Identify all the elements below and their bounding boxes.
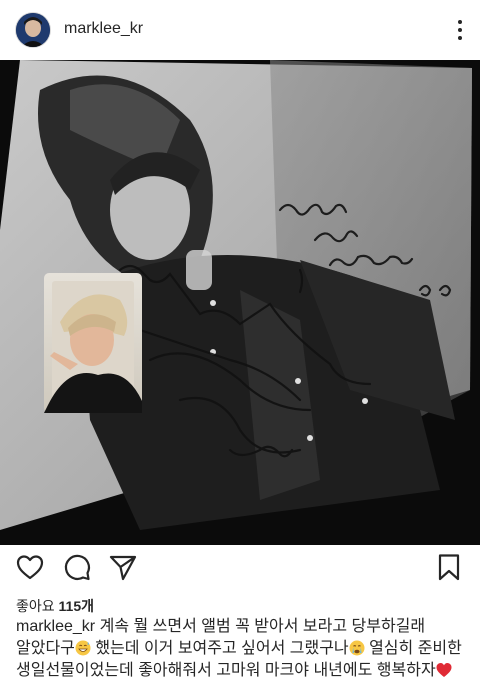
grin-sweat-emoji-icon <box>75 640 91 656</box>
heart-icon[interactable] <box>15 552 45 582</box>
signed-album-photo <box>0 60 480 545</box>
post-header: marklee_kr <box>0 0 480 60</box>
post-username[interactable]: marklee_kr <box>64 20 143 38</box>
post-photo[interactable] <box>0 60 480 545</box>
caption-username[interactable]: marklee_kr <box>16 618 95 635</box>
caption-text-4: 열심히 준비한 <box>364 640 462 657</box>
bookmark-icon[interactable] <box>434 552 464 582</box>
post-actions <box>0 546 480 590</box>
caption-text-3: 했는데 이거 보여주고 싶어서 그랬구나 <box>90 640 349 657</box>
more-vertical-icon[interactable] <box>452 16 468 44</box>
post-caption: marklee_kr 계속 뭘 쓰면서 앨범 꼭 받아서 보라고 당부하길래 알… <box>16 616 468 682</box>
crying-emoji-icon <box>349 640 365 656</box>
share-icon[interactable] <box>108 552 138 582</box>
likes-label: 좋아요 <box>16 598 55 614</box>
likes-number: 115개 <box>58 598 94 614</box>
caption-text-2: 알았다구 <box>16 640 75 657</box>
avatar[interactable] <box>16 13 50 47</box>
likes-count[interactable]: 좋아요 115개 <box>16 596 94 616</box>
comment-icon[interactable] <box>62 552 92 582</box>
caption-text-1: 계속 뭘 쓰면서 앨범 꼭 받아서 보라고 당부하길래 <box>99 618 426 635</box>
caption-text-5: 생일선물이었는데 좋아해줘서 고마워 마크야 내년에도 행복하자 <box>16 662 436 679</box>
red-heart-emoji-icon <box>436 663 452 677</box>
avatar-image <box>16 13 50 47</box>
